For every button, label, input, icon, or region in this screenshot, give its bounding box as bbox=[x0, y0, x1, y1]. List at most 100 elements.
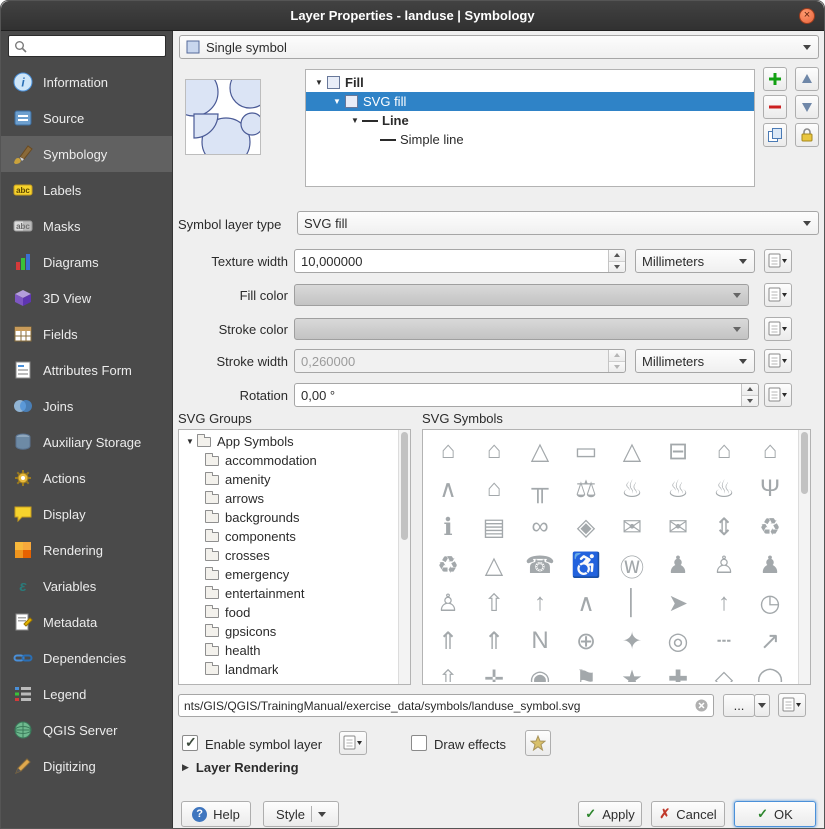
svg-group-arrows[interactable]: arrows bbox=[179, 489, 410, 508]
browse-button[interactable]: ... bbox=[723, 694, 755, 717]
svg-symbol-gps-cross[interactable]: ✛ bbox=[471, 660, 517, 682]
svg-symbol-bed[interactable]: ⊟ bbox=[655, 432, 701, 470]
svg-symbol-target[interactable]: ◎ bbox=[655, 622, 701, 660]
scrollbar-thumb[interactable] bbox=[401, 432, 408, 540]
sidebar-item-fields[interactable]: Fields bbox=[1, 316, 172, 352]
svg-symbol-scales[interactable]: ⚖ bbox=[563, 470, 609, 508]
add-symbol-layer-button[interactable] bbox=[763, 67, 787, 91]
svg-symbol-no-mail[interactable]: ✉ bbox=[655, 508, 701, 546]
sidebar-item-rendering[interactable]: Rendering bbox=[1, 532, 172, 568]
svg-group-crosses[interactable]: crosses bbox=[179, 546, 410, 565]
sidebar-item-dependencies[interactable]: Dependencies bbox=[1, 640, 172, 676]
sidebar-item-joins[interactable]: Joins bbox=[1, 388, 172, 424]
symbol-tree-item-simple-line[interactable]: Simple line bbox=[306, 130, 754, 149]
svg-symbol-flooded[interactable]: ⌂ bbox=[747, 432, 793, 470]
svg-group-root[interactable]: ▼App Symbols bbox=[179, 432, 410, 451]
svg-symbol-chevron[interactable]: ∧ bbox=[563, 584, 609, 622]
svg-symbol-pedestrian[interactable]: ⇧ bbox=[471, 584, 517, 622]
rotation-override-button[interactable] bbox=[764, 383, 792, 407]
sidebar-item-auxiliary-storage[interactable]: Auxiliary Storage bbox=[1, 424, 172, 460]
fill-color-override-button[interactable] bbox=[764, 283, 792, 307]
svg-group-emergency[interactable]: emergency bbox=[179, 565, 410, 584]
svg-symbol-grain[interactable]: Ψ bbox=[747, 470, 793, 508]
stroke-color-override-button[interactable] bbox=[764, 317, 792, 341]
effects-options-button[interactable] bbox=[525, 730, 551, 756]
svg-symbol-accessible-toilets[interactable]: ♿ bbox=[563, 546, 609, 584]
chevron-down-icon[interactable]: ▼ bbox=[330, 97, 344, 106]
browse-dropdown-button[interactable] bbox=[754, 694, 770, 717]
remove-symbol-layer-button[interactable] bbox=[763, 95, 787, 119]
svg-symbol-cross[interactable]: ✚ bbox=[655, 660, 701, 682]
svg-symbol-north-arrow[interactable]: ⇑ bbox=[425, 622, 471, 660]
svg-symbol-survey-tripod[interactable]: △ bbox=[471, 546, 517, 584]
svg-symbol-star[interactable]: ★ bbox=[609, 660, 655, 682]
move-down-button[interactable] bbox=[795, 95, 819, 119]
svg-symbol-compass-star[interactable]: ✦ bbox=[609, 622, 655, 660]
enable-symbol-layer-checkbox[interactable] bbox=[182, 735, 198, 751]
svg-group-amenity[interactable]: amenity bbox=[179, 470, 410, 489]
close-button[interactable]: × bbox=[799, 8, 815, 24]
sidebar-item-variables[interactable]: εVariables bbox=[1, 568, 172, 604]
svg-symbol-shelter[interactable]: ∧ bbox=[425, 470, 471, 508]
svg-symbol-wc[interactable]: Ⓦ bbox=[609, 546, 655, 584]
svg-symbol-arrowhead[interactable]: ➤ bbox=[655, 584, 701, 622]
svg-symbol-guidepost[interactable]: │ bbox=[609, 584, 655, 622]
svg-symbol-flooded-house[interactable]: ⌂ bbox=[425, 432, 471, 470]
chevron-down-icon[interactable]: ▼ bbox=[183, 437, 197, 446]
svg-groups-scrollbar[interactable] bbox=[398, 430, 410, 684]
svg-symbol-arrow-northeast[interactable]: ↗ bbox=[747, 622, 793, 660]
renderer-combo[interactable]: Single symbol bbox=[179, 35, 819, 59]
svg-symbol-caravan[interactable]: ▭ bbox=[563, 432, 609, 470]
svg-symbol-recycling-alt[interactable]: ♻ bbox=[425, 546, 471, 584]
spin-down-icon[interactable] bbox=[609, 262, 625, 273]
svg-symbol-recycling[interactable]: ♻ bbox=[747, 508, 793, 546]
svg-symbol-information[interactable]: ℹ bbox=[425, 508, 471, 546]
svg-symbol-tent[interactable]: △ bbox=[517, 432, 563, 470]
sidebar-item-symbology[interactable]: Symbology bbox=[1, 136, 172, 172]
clear-icon[interactable] bbox=[695, 699, 708, 712]
svg-group-accommodation[interactable]: accommodation bbox=[179, 451, 410, 470]
spin-up-icon[interactable] bbox=[609, 250, 625, 262]
stroke-width-unit-combo[interactable]: Millimeters bbox=[635, 349, 755, 373]
svg-symbols-scrollbar[interactable] bbox=[798, 430, 810, 684]
svg-symbol-clock[interactable]: ◷ bbox=[747, 584, 793, 622]
ok-button[interactable]: ✓ OK bbox=[734, 801, 816, 827]
svg-symbol-person[interactable]: ♙ bbox=[425, 584, 471, 622]
lock-colors-button[interactable] bbox=[795, 123, 819, 147]
sidebar-item-actions[interactable]: Actions bbox=[1, 460, 172, 496]
sidebar-item-metadata[interactable]: Metadata bbox=[1, 604, 172, 640]
svg-path-override-button[interactable] bbox=[778, 693, 806, 717]
svg-symbol-house[interactable]: ⌂ bbox=[701, 432, 747, 470]
svg-path-input[interactable]: nts/GIS/QGIS/TrainingManual/exercise_dat… bbox=[178, 694, 714, 717]
search-input[interactable] bbox=[31, 38, 160, 54]
move-up-button[interactable] bbox=[795, 67, 819, 91]
symbol-tree-item-line[interactable]: ▼Line bbox=[306, 111, 754, 130]
svg-symbol-route-dashed[interactable]: ┄ bbox=[701, 622, 747, 660]
sidebar-item-source[interactable]: Source bbox=[1, 100, 172, 136]
svg-symbol-bed-and-breakfast[interactable]: ⌂ bbox=[471, 432, 517, 470]
svg-symbol-picnic-bench[interactable]: ╥ bbox=[517, 470, 563, 508]
svg-group-entertainment[interactable]: entertainment bbox=[179, 584, 410, 603]
svg-symbol-men-wc[interactable]: ♟ bbox=[747, 546, 793, 584]
titlebar[interactable]: Layer Properties - landuse | Symbology × bbox=[1, 1, 824, 31]
stroke-width-override-button[interactable] bbox=[764, 349, 792, 373]
sidebar-item-3d-view[interactable]: 3D View bbox=[1, 280, 172, 316]
cancel-button[interactable]: ✗ Cancel bbox=[651, 801, 725, 827]
svg-group-components[interactable]: components bbox=[179, 527, 410, 546]
sidebar-item-qgis-server[interactable]: QGIS Server bbox=[1, 712, 172, 748]
svg-group-backgrounds[interactable]: backgrounds bbox=[179, 508, 410, 527]
sidebar-item-masks[interactable]: abcMasks bbox=[1, 208, 172, 244]
draw-effects-checkbox[interactable] bbox=[411, 735, 427, 751]
svg-group-landmark[interactable]: landmark bbox=[179, 660, 410, 679]
svg-symbol-waypoint[interactable]: ◉ bbox=[517, 660, 563, 682]
svg-symbol-arrow-up[interactable]: ↑ bbox=[517, 584, 563, 622]
symbol-tree-item-fill[interactable]: ▼Fill bbox=[306, 73, 754, 92]
svg-symbol-home[interactable]: ⌂ bbox=[471, 470, 517, 508]
layer-rendering-expander[interactable]: ▶ Layer Rendering bbox=[182, 760, 299, 775]
svg-group-health[interactable]: health bbox=[179, 641, 410, 660]
spin-up-icon[interactable] bbox=[742, 384, 758, 396]
svg-symbol-telephone[interactable]: ☎ bbox=[517, 546, 563, 584]
spin-down-icon[interactable] bbox=[742, 396, 758, 407]
svg-symbol-north-arrow-bold[interactable]: ⇑ bbox=[471, 622, 517, 660]
enable-symbol-layer-override-button[interactable] bbox=[339, 731, 367, 755]
